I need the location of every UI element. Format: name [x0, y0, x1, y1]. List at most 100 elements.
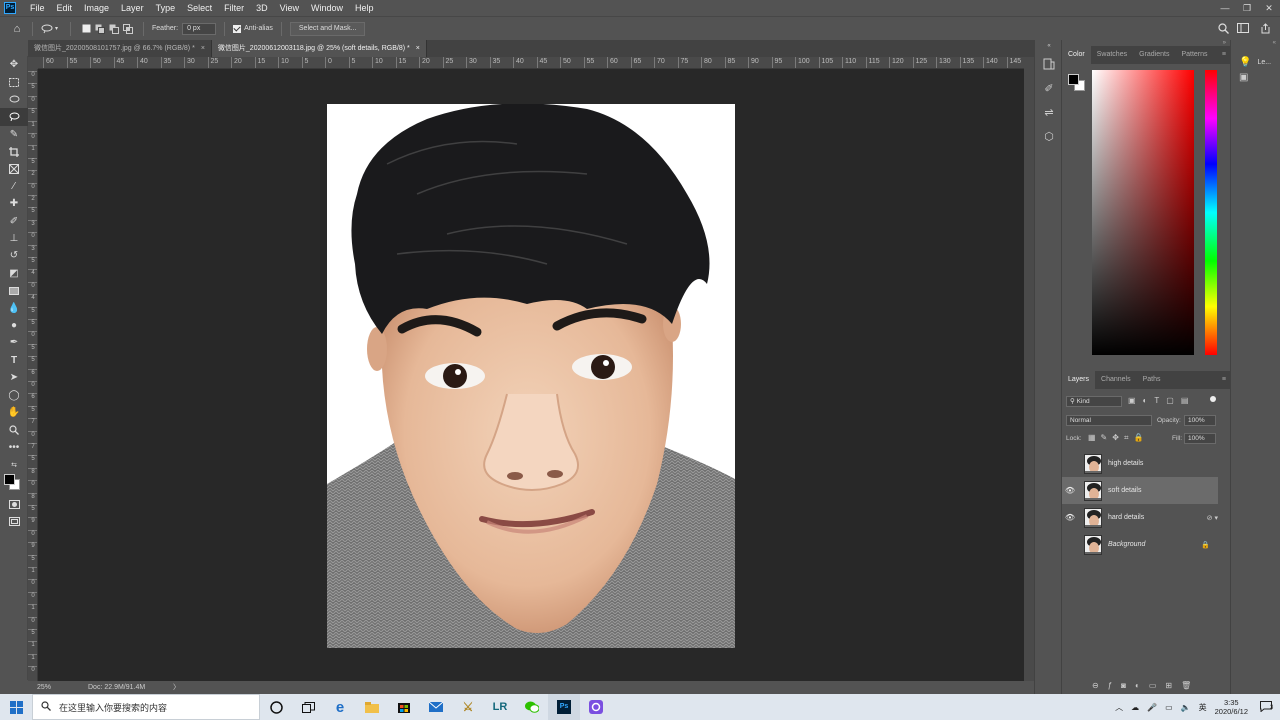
learn-panel-button[interactable]: 💡 Le... — [1231, 52, 1280, 72]
antialias-checkbox[interactable] — [233, 24, 242, 33]
horizontal-ruler[interactable]: 60 55 50 45 40 35 30 25 20 15 10 5 0 5 10 15 20 25 30 35 40 4… — [38, 57, 1024, 69]
microsoft-store-icon[interactable] — [388, 694, 420, 720]
network-icon[interactable]: ▭ — [1161, 703, 1177, 712]
menu-type[interactable]: Type — [150, 3, 182, 13]
menu-filter[interactable]: Filter — [218, 3, 250, 13]
pen-tool-icon[interactable]: ✒ — [0, 334, 28, 351]
menu-file[interactable]: File — [24, 3, 51, 13]
menu-image[interactable]: Image — [78, 3, 115, 13]
task-view-icon[interactable] — [292, 694, 324, 720]
layer-high-details[interactable]: high details — [1062, 450, 1218, 477]
clock[interactable]: 3:35 2020/6/12 — [1211, 698, 1252, 716]
type-tool-icon[interactable]: T — [0, 352, 28, 369]
hand-tool-icon[interactable]: ✋ — [0, 404, 28, 421]
onedrive-icon[interactable]: ☁ — [1127, 703, 1143, 712]
3d-icon[interactable]: ⬡ — [1035, 124, 1063, 148]
microphone-icon[interactable]: 🎤 — [1143, 703, 1161, 712]
tab-color[interactable]: Color — [1062, 46, 1091, 64]
eyedropper-tool-icon[interactable]: ⁄ — [0, 178, 28, 195]
adjustments-icon[interactable]: ⇌ — [1035, 100, 1063, 124]
layer-background[interactable]: Background 🔒 — [1062, 531, 1218, 558]
gradient-tool-icon[interactable] — [0, 282, 28, 299]
restore-button[interactable]: ❐ — [1236, 0, 1258, 16]
filter-kind-select[interactable]: ⚲ Kind — [1066, 396, 1122, 407]
lasso-tool-active-icon[interactable] — [0, 108, 28, 126]
eraser-tool-icon[interactable]: ◩ — [0, 265, 28, 282]
crop-tool-icon[interactable] — [0, 143, 28, 160]
marquee-tool-icon[interactable] — [0, 73, 28, 90]
purple-app-icon[interactable] — [580, 694, 612, 720]
layer-hard-details[interactable]: 👁 hard details ⊘ ▾ — [1062, 504, 1218, 531]
color-field[interactable] — [1092, 70, 1194, 355]
vertical-ruler[interactable]: 0505101520253035404550556065707580859095… — [28, 69, 38, 681]
workspace-icon[interactable] — [1236, 21, 1250, 35]
filter-icons[interactable]: ▣◐T▢▤ — [1128, 396, 1195, 405]
menu-select[interactable]: Select — [181, 3, 218, 13]
tab-paths[interactable]: Paths — [1137, 371, 1167, 389]
history-panel-icon[interactable] — [1035, 52, 1063, 76]
edge-browser-icon[interactable]: e — [324, 694, 356, 720]
cortana-icon[interactable] — [260, 694, 292, 720]
menu-3d[interactable]: 3D — [250, 3, 274, 13]
chevron-down-icon[interactable]: ▾ — [55, 25, 58, 32]
smart-filter-icon[interactable]: ⊘ ▾ — [1207, 514, 1218, 522]
windows-start-button[interactable] — [0, 694, 32, 720]
more-tools-icon[interactable]: ••• — [0, 439, 28, 456]
select-and-mask-button[interactable]: Select and Mask... — [289, 21, 366, 36]
mail-icon[interactable] — [420, 694, 452, 720]
collapse-right-strip-icon[interactable]: « — [1231, 40, 1280, 52]
intersect-selection-icon[interactable] — [121, 22, 135, 36]
healing-brush-tool-icon[interactable]: ✚ — [0, 195, 28, 212]
add-to-selection-icon[interactable] — [93, 22, 107, 36]
eye-icon[interactable]: 👁 — [1062, 513, 1078, 522]
menu-help[interactable]: Help — [349, 3, 380, 13]
menu-window[interactable]: Window — [305, 3, 349, 13]
brush-settings-icon[interactable]: ✐ — [1035, 76, 1063, 100]
feather-input[interactable]: 0 px — [182, 22, 217, 35]
close-window-button[interactable]: ✕ — [1258, 0, 1280, 16]
wechat-icon[interactable] — [516, 694, 548, 720]
opacity-input[interactable]: 100% — [1184, 415, 1216, 426]
ellipse-tool-icon[interactable]: ◯ — [0, 386, 28, 403]
libraries-panel-icon[interactable]: ▣ — [1231, 72, 1280, 92]
photoshop-taskbar-icon[interactable]: Ps — [548, 694, 580, 720]
vertical-scrollbar[interactable] — [1024, 57, 1034, 681]
menu-view[interactable]: View — [274, 3, 305, 13]
close-tab-icon[interactable]: × — [201, 45, 205, 52]
tab-swatches[interactable]: Swatches — [1091, 46, 1133, 64]
tab-channels[interactable]: Channels — [1095, 371, 1137, 389]
lasso-tool-preset-icon[interactable] — [41, 22, 55, 36]
home-icon[interactable]: ⌂ — [10, 22, 24, 36]
new-selection-icon[interactable] — [79, 22, 93, 36]
quick-mask-icon[interactable] — [0, 495, 28, 512]
lr-app-icon[interactable]: LR — [484, 694, 516, 720]
collapse-dock-icon[interactable]: « — [1035, 40, 1063, 52]
tab-document-2[interactable]: 微信图片_20200612003118.jpg @ 25% (soft deta… — [211, 40, 427, 57]
layer-soft-details[interactable]: 👁 soft details — [1062, 477, 1218, 504]
subtract-from-selection-icon[interactable] — [107, 22, 121, 36]
document-canvas[interactable] — [327, 104, 735, 648]
notification-center-icon[interactable]: 3 — [1252, 700, 1280, 714]
lock-icons[interactable]: ▦✎✥⌗🔒 — [1088, 433, 1148, 443]
panel-menu-icon[interactable]: ≡ — [1216, 46, 1230, 64]
eye-icon[interactable]: 👁 — [1062, 486, 1078, 495]
file-explorer-icon[interactable] — [356, 694, 388, 720]
quick-selection-tool-icon[interactable]: ✎ — [0, 126, 28, 143]
color-swatches[interactable] — [0, 473, 27, 495]
swap-colors-icon[interactable]: ⇆ — [0, 456, 28, 473]
minimize-button[interactable]: — — [1214, 0, 1236, 16]
foreground-color-swatch[interactable] — [1068, 74, 1079, 85]
zoom-tool-icon[interactable] — [0, 421, 28, 438]
blur-tool-icon[interactable]: 💧 — [0, 299, 28, 316]
move-tool-icon[interactable]: ✥ — [0, 56, 28, 73]
color-swatch-pair[interactable] — [1068, 74, 1086, 92]
history-brush-tool-icon[interactable]: ↺ — [0, 247, 28, 264]
lasso-tool-icon[interactable] — [0, 91, 28, 108]
taskbar-search-input[interactable]: 在这里输入你要搜索的内容 — [32, 694, 260, 720]
zoom-level[interactable]: 25% — [37, 681, 51, 694]
tab-patterns[interactable]: Patterns — [1175, 46, 1213, 64]
layer-actions[interactable]: ⊖ƒ◙◐▭⊞🗑 — [1092, 681, 1200, 690]
tab-document-1[interactable]: 微信图片_20200508101757.jpg @ 66.7% (RGB/8) … — [28, 40, 212, 57]
tab-layers[interactable]: Layers — [1062, 371, 1096, 389]
blend-mode-select[interactable]: Normal — [1066, 415, 1152, 426]
